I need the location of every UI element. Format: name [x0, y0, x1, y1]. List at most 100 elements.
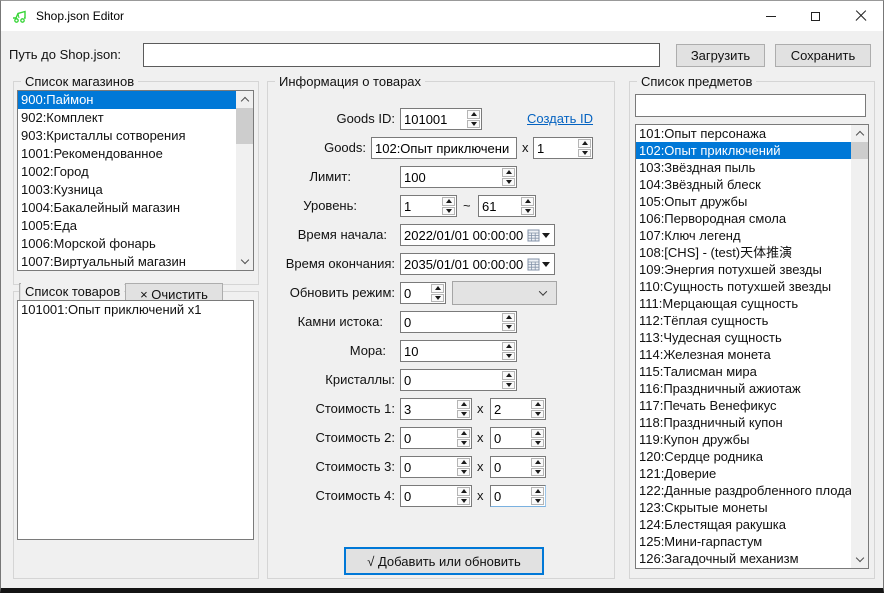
list-item[interactable]: 121:Доверие: [636, 465, 851, 482]
scrollbar-down-button[interactable]: [236, 253, 253, 270]
level-min-input[interactable]: [401, 196, 441, 216]
spin-up-button[interactable]: [442, 197, 455, 206]
end-time-picker[interactable]: [400, 253, 555, 275]
list-item[interactable]: 1004:Бакалейный магазин: [18, 199, 236, 217]
scrollbar-down-button[interactable]: [851, 551, 868, 568]
cost3-count-input[interactable]: [491, 457, 530, 477]
list-item[interactable]: 903:Кристаллы сотворения: [18, 127, 236, 145]
refresh-mode-spinner[interactable]: [400, 282, 446, 304]
create-id-link[interactable]: Создать ID: [527, 108, 593, 130]
spin-up-button[interactable]: [578, 139, 591, 148]
spin-up-button[interactable]: [531, 429, 544, 438]
close-button[interactable]: [838, 1, 883, 31]
list-item[interactable]: 117:Печать Венефикус: [636, 397, 851, 414]
limit-spinner[interactable]: [400, 166, 517, 188]
list-item[interactable]: 116:Праздничный ажиотаж: [636, 380, 851, 397]
spin-up-button[interactable]: [531, 458, 544, 467]
scrollbar-up-button[interactable]: [236, 91, 253, 108]
goods-count-input[interactable]: [534, 138, 577, 158]
cost4-id-input[interactable]: [401, 486, 456, 506]
shops-listbox[interactable]: 900:Паймон902:Комплект903:Кристаллы сотв…: [17, 90, 254, 271]
spin-down-button[interactable]: [502, 352, 515, 361]
save-button[interactable]: Сохранить: [775, 44, 871, 67]
crystals-spinner[interactable]: [400, 369, 517, 391]
spin-up-button[interactable]: [431, 284, 444, 293]
spin-down-button[interactable]: [457, 410, 470, 419]
list-item[interactable]: 111:Мерцающая сущность: [636, 295, 851, 312]
goods-id-spinner[interactable]: [400, 108, 482, 130]
goods-listbox[interactable]: 101001:Опыт приключений x1: [17, 300, 254, 540]
spin-down-button[interactable]: [457, 468, 470, 477]
spin-up-button[interactable]: [502, 168, 515, 177]
spin-up-button[interactable]: [531, 400, 544, 409]
cost1-count-input[interactable]: [491, 399, 530, 419]
list-item[interactable]: 1001:Рекомендованное: [18, 145, 236, 163]
list-item[interactable]: 123:Скрытые монеты: [636, 499, 851, 516]
spin-down-button[interactable]: [502, 381, 515, 390]
list-item[interactable]: 126:Загадочный механизм: [636, 550, 851, 567]
cost3-id-spinner[interactable]: [400, 456, 472, 478]
load-button[interactable]: Загрузить: [676, 44, 765, 67]
spin-down-button[interactable]: [521, 207, 534, 216]
spin-down-button[interactable]: [531, 410, 544, 419]
items-listbox[interactable]: 101:Опыт персонажа102:Опыт приключений 10…: [635, 124, 869, 569]
spin-down-button[interactable]: [531, 439, 544, 448]
list-item[interactable]: 1002:Город: [18, 163, 236, 181]
list-item[interactable]: 1006:Морской фонарь: [18, 235, 236, 253]
end-time-input[interactable]: [401, 254, 527, 274]
limit-input[interactable]: [401, 167, 501, 187]
list-item[interactable]: 110:Сущность потухшей звезды: [636, 278, 851, 295]
list-item[interactable]: 101:Опыт персонажа: [636, 125, 851, 142]
scrollbar-up-button[interactable]: [851, 125, 868, 142]
cost3-id-input[interactable]: [401, 457, 456, 477]
goods-id-input[interactable]: [401, 109, 466, 129]
scrollbar-thumb[interactable]: [236, 108, 253, 144]
cost2-count-input[interactable]: [491, 428, 530, 448]
mora-spinner[interactable]: [400, 340, 517, 362]
spin-down-button[interactable]: [442, 207, 455, 216]
title-bar[interactable]: Shop.json Editor: [1, 1, 883, 31]
list-item[interactable]: 115:Талисман мира: [636, 363, 851, 380]
spin-up-button[interactable]: [467, 110, 480, 119]
path-input[interactable]: [143, 43, 660, 67]
list-item[interactable]: 105:Опыт дружбы: [636, 193, 851, 210]
level-min-spinner[interactable]: [400, 195, 457, 217]
refresh-mode-input[interactable]: [401, 283, 430, 303]
cost1-count-spinner[interactable]: [490, 398, 546, 420]
dropdown-arrow-icon[interactable]: [542, 262, 550, 267]
crystals-input[interactable]: [401, 370, 501, 390]
list-item[interactable]: 902:Комплект: [18, 109, 236, 127]
cost4-count-spinner[interactable]: [490, 485, 546, 507]
begin-time-picker[interactable]: [400, 224, 555, 246]
spin-down-button[interactable]: [531, 468, 544, 477]
spin-up-button[interactable]: [457, 429, 470, 438]
spin-down-button[interactable]: [431, 294, 444, 303]
spin-up-button[interactable]: [457, 458, 470, 467]
spin-down-button[interactable]: [457, 439, 470, 448]
spin-down-button[interactable]: [457, 497, 470, 506]
list-item[interactable]: 120:Сердце родника: [636, 448, 851, 465]
mora-input[interactable]: [401, 341, 501, 361]
list-item[interactable]: 900:Паймон: [18, 91, 236, 109]
goods-name-box[interactable]: [371, 137, 517, 159]
list-item[interactable]: 102:Опыт приключений: [636, 142, 851, 159]
spin-down-button[interactable]: [502, 178, 515, 187]
list-item[interactable]: 108:[CHS] - (test)天体推演: [636, 244, 851, 261]
cost2-id-input[interactable]: [401, 428, 456, 448]
spin-up-button[interactable]: [531, 487, 544, 496]
level-max-input[interactable]: [479, 196, 520, 216]
maximize-button[interactable]: [793, 1, 838, 31]
list-item[interactable]: 1005:Еда: [18, 217, 236, 235]
goods-count-spinner[interactable]: [533, 137, 593, 159]
cost2-id-spinner[interactable]: [400, 427, 472, 449]
cost1-id-spinner[interactable]: [400, 398, 472, 420]
refresh-mode-combo[interactable]: [452, 281, 557, 305]
cost2-count-spinner[interactable]: [490, 427, 546, 449]
dropdown-arrow-icon[interactable]: [542, 233, 550, 238]
primogems-spinner[interactable]: [400, 311, 517, 333]
spin-up-button[interactable]: [502, 371, 515, 380]
list-item[interactable]: 104:Звёздный блеск: [636, 176, 851, 193]
goods-name-input[interactable]: [372, 138, 516, 158]
list-item[interactable]: 1003:Кузница: [18, 181, 236, 199]
cost1-id-input[interactable]: [401, 399, 456, 419]
